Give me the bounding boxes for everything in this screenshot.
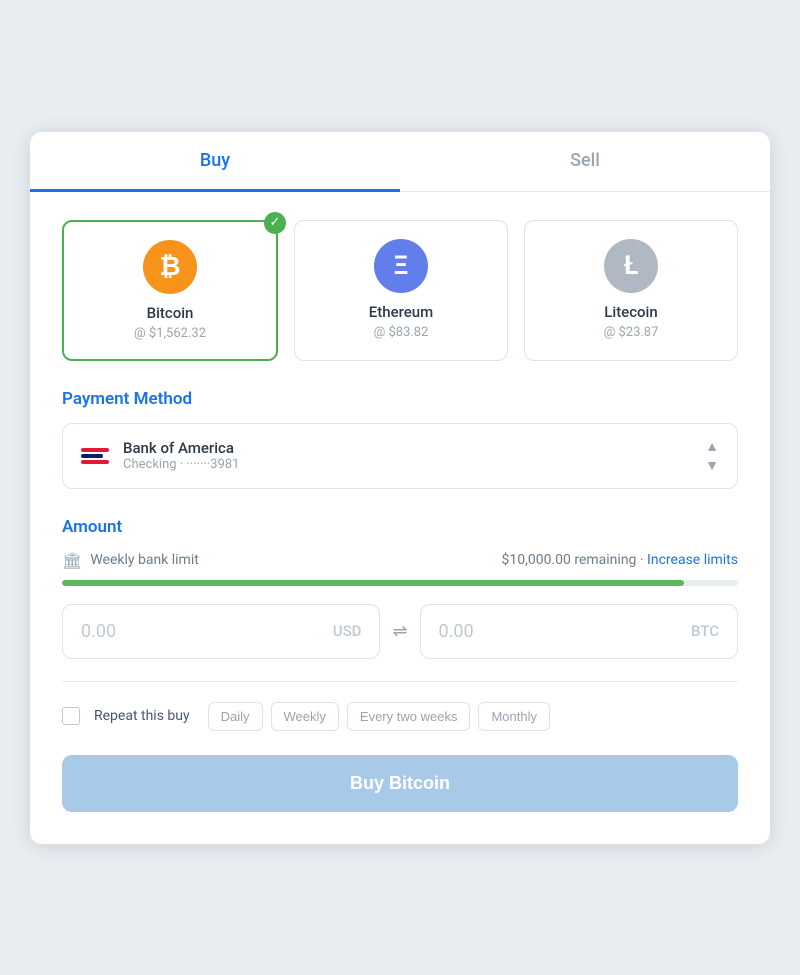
selected-checkmark: ✓	[264, 212, 286, 234]
crypto-card-litecoin[interactable]: Ł Litecoin @ $23.87	[524, 220, 738, 361]
freq-btn-weekly[interactable]: Weekly	[271, 702, 339, 731]
repeat-checkbox[interactable]	[62, 707, 80, 725]
boa-logo-icon	[81, 448, 109, 464]
main-card: Buy Sell ✓ ₿ Bitcoin @ $1,562.32 Ξ Ether…	[30, 132, 770, 844]
repeat-row: Repeat this buy Daily Weekly Every two w…	[62, 702, 738, 731]
weekly-limit-label: Weekly bank limit	[90, 552, 199, 568]
bank-limit-icon: 🏛	[62, 551, 82, 570]
btc-amount-value: 0.00	[439, 621, 474, 642]
divider	[62, 681, 738, 682]
swap-icon[interactable]: ⇌	[392, 621, 407, 642]
tab-buy[interactable]: Buy	[30, 132, 400, 192]
usd-amount-value: 0.00	[81, 621, 116, 642]
payment-left: Bank of America Checking · ·······3981	[81, 439, 239, 472]
ethereum-icon: Ξ	[374, 239, 428, 293]
payment-info: Bank of America Checking · ·······3981	[123, 439, 239, 472]
payment-method-box[interactable]: Bank of America Checking · ·······3981 ▲…	[62, 423, 738, 489]
weekly-limit-progress-bar	[62, 580, 738, 586]
amount-section: Amount 🏛 Weekly bank limit $10,000.00 re…	[62, 517, 738, 659]
bitcoin-icon: ₿	[143, 240, 197, 294]
payment-account-sub: Checking · ·······3981	[123, 457, 239, 472]
crypto-row: ✓ ₿ Bitcoin @ $1,562.32 Ξ Ethereum @ $83…	[62, 220, 738, 361]
litecoin-icon: Ł	[604, 239, 658, 293]
crypto-card-bitcoin[interactable]: ✓ ₿ Bitcoin @ $1,562.32	[62, 220, 278, 361]
tab-sell[interactable]: Sell	[400, 132, 770, 191]
limit-row: 🏛 Weekly bank limit $10,000.00 remaining…	[62, 551, 738, 570]
repeat-label: Repeat this buy	[94, 708, 190, 724]
bitcoin-price: @ $1,562.32	[76, 326, 264, 341]
limit-separator: ·	[640, 552, 647, 568]
usd-currency-label: USD	[333, 622, 362, 640]
main-content: ✓ ₿ Bitcoin @ $1,562.32 Ξ Ethereum @ $83…	[30, 192, 770, 844]
payment-chevron-icon: ▲ ▼	[705, 438, 719, 474]
increase-limits-link[interactable]: Increase limits	[647, 552, 738, 568]
amount-section-title: Amount	[62, 517, 738, 537]
payment-section: Payment Method Bank of America Checking …	[62, 389, 738, 489]
payment-section-title: Payment Method	[62, 389, 738, 409]
buy-bitcoin-button[interactable]: Buy Bitcoin	[62, 755, 738, 812]
ethereum-name: Ethereum	[307, 303, 495, 321]
freq-btn-daily[interactable]: Daily	[208, 702, 263, 731]
usd-input-box[interactable]: 0.00 USD	[62, 604, 380, 659]
freq-btn-monthly[interactable]: Monthly	[478, 702, 550, 731]
amount-inputs-row: 0.00 USD ⇌ 0.00 BTC	[62, 604, 738, 659]
litecoin-name: Litecoin	[537, 303, 725, 321]
freq-btn-every-two-weeks[interactable]: Every two weeks	[347, 702, 471, 731]
progress-fill	[62, 580, 684, 586]
bitcoin-name: Bitcoin	[76, 304, 264, 322]
ethereum-price: @ $83.82	[307, 325, 495, 340]
frequency-buttons: Daily Weekly Every two weeks Monthly	[208, 702, 550, 731]
limit-remaining: $10,000.00 remaining	[501, 552, 636, 568]
tabs-container: Buy Sell	[30, 132, 770, 192]
litecoin-price: @ $23.87	[537, 325, 725, 340]
payment-bank-name: Bank of America	[123, 439, 239, 457]
crypto-card-ethereum[interactable]: Ξ Ethereum @ $83.82	[294, 220, 508, 361]
btc-input-box[interactable]: 0.00 BTC	[420, 604, 738, 659]
btc-currency-label: BTC	[691, 622, 719, 640]
limit-label-group: 🏛 Weekly bank limit	[62, 551, 199, 570]
limit-right-group: $10,000.00 remaining · Increase limits	[501, 552, 738, 568]
